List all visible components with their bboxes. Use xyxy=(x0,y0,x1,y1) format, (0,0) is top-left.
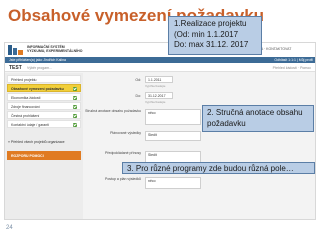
sidebar-item-label: Kontaktní údaje / garanti xyxy=(11,122,49,127)
sidebar-item-ekonomika[interactable]: Ekonomika žádosti xyxy=(7,93,81,101)
callout-line: 3. Pro různé programy zde budou různá po… xyxy=(127,164,294,173)
annotation-textarea[interactable]: něco xyxy=(145,109,201,125)
sidebar-item-label: Čestná prohlášení xyxy=(11,113,40,118)
field-label-do: Do: xyxy=(135,94,141,98)
plan-textarea[interactable]: něco xyxy=(145,177,201,189)
form-area: Od: 1.1.2011 Vyplňte/zadejte Do: 31.12.2… xyxy=(85,73,315,219)
callout-line: požadavku xyxy=(207,118,246,128)
sidebar-item-prehled-projektu[interactable]: Přehled projektu xyxy=(7,75,81,83)
program-name: Výběr progam... xyxy=(27,65,52,70)
sidebar-item-kontakty[interactable]: Kontaktní údaje / garanti xyxy=(7,120,81,128)
callout-annotation: 2. Stručná anotace obsahu požadavku xyxy=(202,105,314,132)
field-hint: Vyplňte/zadejte xyxy=(145,84,166,88)
context-bar: TEST Výběr progam... Přehled žádostí · P… xyxy=(5,63,315,72)
all-projects-link[interactable]: « Přehled všech projektů organizace xyxy=(8,140,65,144)
sidebar-item-prohlaseni[interactable]: Čestná prohlášení xyxy=(7,111,81,119)
date-from-input[interactable]: 1.1.2011 xyxy=(145,76,173,83)
check-icon xyxy=(73,95,77,100)
rozpor-pomoci-button[interactable]: ROZPORU POMOCI xyxy=(7,151,81,160)
field-label-vysledky: Plánované výsledky xyxy=(110,131,141,135)
sidebar-item-label: Obsahové vymezení požadavku xyxy=(11,86,64,91)
callout-line: Do: max 31.12. 2017 xyxy=(174,40,249,49)
user-info: Jste přihlášen(a) jako Jindřich Kalina xyxy=(9,57,66,62)
logo-line-2: VÝZKUMU, EXPERIMENTÁLNÍHO xyxy=(27,49,83,53)
check-icon xyxy=(73,113,77,118)
check-icon xyxy=(73,86,77,91)
callout-project-realization: 1.Realizace projektu (Od: min 1.1.2017 D… xyxy=(168,16,262,55)
field-label-prinosy: Předpokládané přínosy xyxy=(105,151,141,155)
logo-text: INFORMAČNÍ SYSTÉM VÝZKUMU, EXPERIMENTÁLN… xyxy=(27,45,82,53)
sidebar-item-zdroje[interactable]: Zdroje financování xyxy=(7,102,81,110)
field-label-anotace: Stručná anotace obsahu požadavku xyxy=(85,109,141,113)
callout-program-fields: 3. Pro různé programy zde budou různá po… xyxy=(122,162,315,174)
sidebar-item-label: Ekonomika žádosti xyxy=(11,95,41,100)
sidebar-item-label: Přehled projektu xyxy=(11,77,37,82)
field-label-postup: Postup a plán výsledků xyxy=(105,177,141,181)
page-number: 24 xyxy=(6,225,13,231)
user-links[interactable]: Odhlásit 1:1:1 | Můj profil xyxy=(274,58,313,62)
logo-icon xyxy=(8,45,23,55)
callout-line: 1.Realizace projektu xyxy=(174,19,247,28)
sidebar-item-obsahove-vymezeni[interactable]: Obsahové vymezení požadavku xyxy=(7,84,81,92)
sidebar-item-label: Zdroje financování xyxy=(11,104,40,109)
app-header: INFORMAČNÍ SYSTÉM VÝZKUMU, EXPERIMENTÁLN… xyxy=(5,43,315,57)
field-label-od: Od: xyxy=(135,78,141,82)
field-hint: Vyplňte/zadejte xyxy=(145,100,166,104)
callout-line: (Od: min 1.1.2017 xyxy=(174,29,239,39)
date-to-input[interactable]: 31.12.2017 xyxy=(145,92,173,99)
check-icon xyxy=(73,104,77,109)
sidebar: Přehled projektu Obsahové vymezení požad… xyxy=(5,73,83,219)
callout-line: 2. Stručná anotace obsahu xyxy=(207,108,303,117)
context-links[interactable]: Přehled žádostí · Pomoc xyxy=(273,66,311,70)
program-code: TEST xyxy=(9,64,22,71)
results-textarea[interactable]: Sledit xyxy=(145,131,201,141)
check-icon xyxy=(73,122,77,127)
